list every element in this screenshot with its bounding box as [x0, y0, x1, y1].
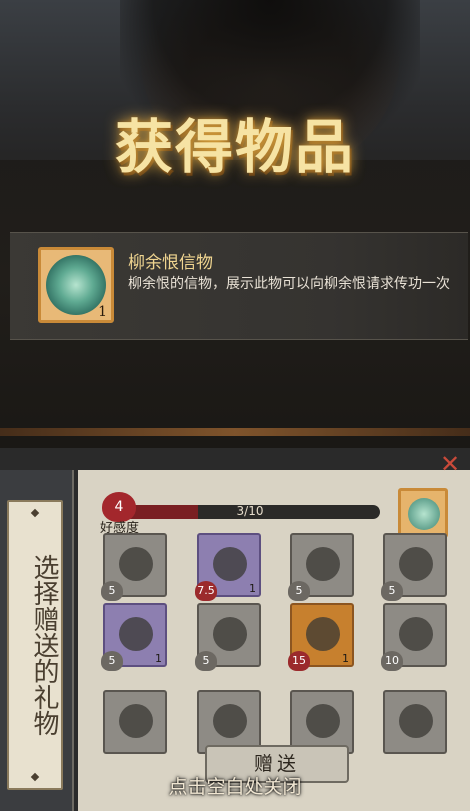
- gift-slot[interactable]: 5: [101, 533, 167, 601]
- favor-value-badge: 7.5: [195, 581, 217, 601]
- gift-slot[interactable]: [103, 690, 167, 754]
- gift-item-icon: [213, 547, 247, 581]
- gift-heading: 选择赠送的礼物: [29, 554, 59, 736]
- gift-item-icon: [306, 547, 340, 581]
- gift-heading-scroll: 选择赠送的礼物: [7, 500, 63, 790]
- ornament-divider: [0, 428, 470, 436]
- gift-count: 1: [342, 652, 349, 665]
- gift-slot[interactable]: 5: [288, 533, 354, 601]
- gift-slot[interactable]: [383, 690, 447, 754]
- gift-item-icon: [213, 704, 247, 738]
- gift-slot[interactable]: 10: [381, 603, 447, 671]
- favor-value-badge: 5: [381, 581, 403, 601]
- gift-item-icon: [119, 704, 153, 738]
- gift-item-icon: [119, 617, 153, 651]
- token-item-icon: 1: [38, 247, 114, 323]
- favor-bar: 3/10: [120, 504, 380, 519]
- gift-item-icon: [306, 704, 340, 738]
- reward-title: 获得物品: [114, 113, 355, 181]
- gift-item-icon: [399, 617, 433, 651]
- selected-gift-slot[interactable]: [398, 488, 448, 538]
- favor-value-badge: 15: [288, 651, 310, 671]
- gift-item-icon: [306, 617, 340, 651]
- gift-count: 1: [155, 652, 162, 665]
- favor-progress: 3/10: [236, 504, 264, 518]
- gift-slot[interactable]: 5: [381, 533, 447, 601]
- gift-item-icon: [399, 704, 433, 738]
- gift-item-icon: [213, 617, 247, 651]
- gift-count: 1: [249, 582, 256, 595]
- favor-value-badge: 5: [288, 581, 310, 601]
- gift-slot[interactable]: 15 1: [288, 603, 354, 671]
- close-hint[interactable]: 点击空白处关闭: [0, 772, 470, 799]
- gift-slot[interactable]: 51: [101, 603, 167, 671]
- favor-value-badge: 10: [381, 651, 403, 671]
- gift-slot[interactable]: 5: [195, 603, 261, 671]
- favor-value-badge: 5: [101, 651, 123, 671]
- favor-value-badge: 5: [101, 581, 123, 601]
- gift-slot[interactable]: 7.5 1: [195, 533, 261, 601]
- gift-item-icon: [119, 547, 153, 581]
- diamond-ornament-icon: [30, 508, 40, 518]
- gift-item-icon: [399, 547, 433, 581]
- item-description: 柳余恨的信物，展示此物可以向柳余恨请求传功一次: [128, 276, 450, 292]
- close-icon[interactable]: ✕: [440, 452, 468, 476]
- jade-token-icon: [46, 255, 106, 315]
- jade-token-icon: [408, 498, 440, 530]
- item-name: 柳余恨信物: [128, 253, 213, 273]
- favor-value-badge: 5: [195, 651, 217, 671]
- item-quantity: 1: [98, 304, 107, 320]
